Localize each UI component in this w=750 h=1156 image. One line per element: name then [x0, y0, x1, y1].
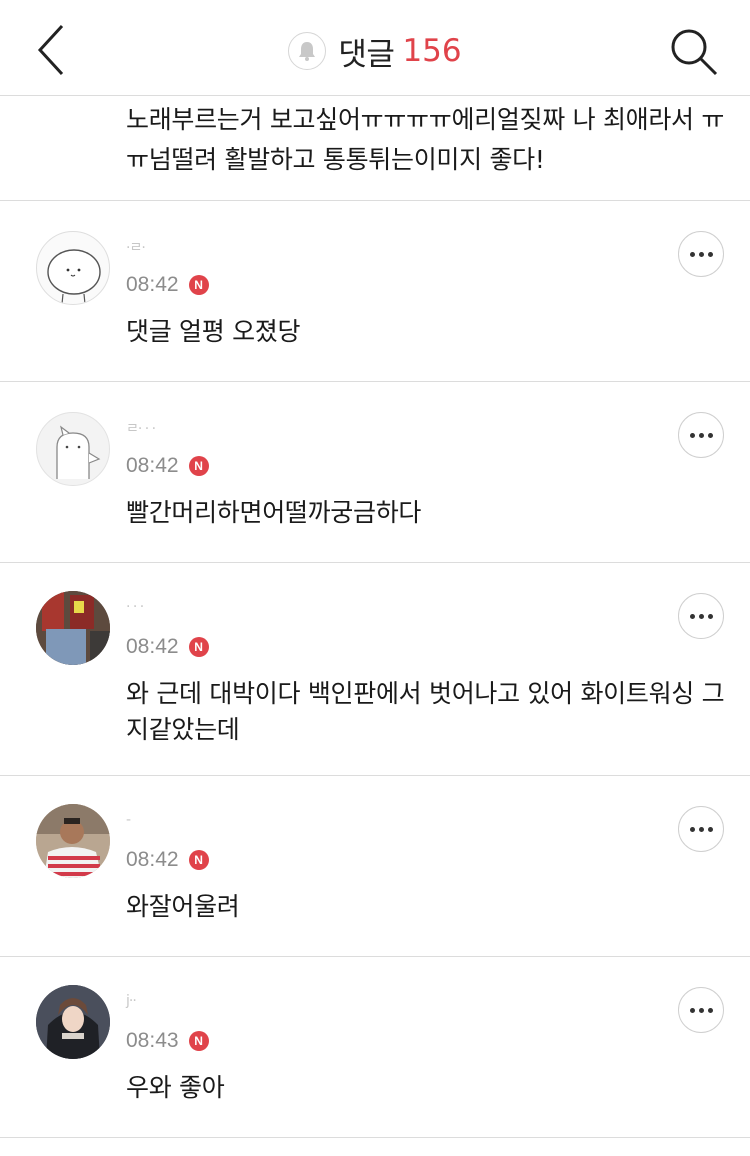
avatar[interactable]: [36, 985, 110, 1059]
avatar-photo-icon: [36, 804, 110, 878]
comment-time: 08:42: [126, 454, 179, 477]
search-button[interactable]: [668, 26, 720, 78]
more-dot-icon: [707, 432, 713, 438]
comment-item: ㄹ· · · 08:42 N 빨간머리하면어떨까궁금하다: [0, 382, 750, 563]
more-dot-icon: [698, 826, 704, 832]
more-dot-icon: [689, 251, 695, 257]
new-badge: N: [188, 275, 209, 295]
comment-text: 댓글 얼평 오졌당: [126, 317, 301, 346]
avatar[interactable]: [36, 231, 110, 305]
comment-time: 08:43: [126, 1029, 179, 1052]
comment-item: 노래부르는거 보고싶어ㅠㅠㅠㅠ에리얼짖짜 나 최애라서 ㅠㅠ넘떨려 활발하고 통…: [0, 96, 750, 201]
more-dot-icon: [707, 826, 713, 832]
more-options-button[interactable]: [678, 593, 724, 639]
new-badge: N: [188, 850, 209, 870]
more-dot-icon: [707, 1007, 713, 1013]
comment-meta: 08:43 N: [126, 1029, 209, 1053]
new-badge: N: [188, 1031, 209, 1051]
comment-text: 빨간머리하면어떨까궁금하다: [126, 498, 422, 527]
comment-text: 와잘어울려: [126, 892, 240, 921]
username[interactable]: · · ·: [126, 599, 144, 615]
more-dot-icon: [689, 1007, 695, 1013]
more-dot-icon: [707, 251, 713, 257]
search-icon: [671, 29, 718, 76]
more-dot-icon: [689, 826, 695, 832]
comment-text: 와 근데 대박이다 백인판에서 벗어나고 있어 화이트워싱 그지같았는데: [126, 679, 725, 744]
more-options-button[interactable]: [678, 231, 724, 277]
more-options-button[interactable]: [678, 412, 724, 458]
new-badge: N: [188, 456, 209, 476]
comment-item: · · · 08:42 N 와 근데 대박이다 백인판에서 벗어나고 있어 화이…: [0, 563, 750, 776]
username[interactable]: ·ㄹ·: [126, 237, 146, 257]
more-options-button[interactable]: [678, 806, 724, 852]
comment-meta: 08:42 N: [126, 273, 209, 297]
bell-icon: [299, 42, 316, 61]
username[interactable]: -: [126, 812, 131, 828]
comment-meta: 08:42 N: [126, 848, 209, 872]
more-dot-icon: [698, 432, 704, 438]
avatar[interactable]: [36, 412, 110, 486]
more-dot-icon: [689, 613, 695, 619]
avatar-photo-icon: [36, 591, 110, 665]
more-dot-icon: [689, 432, 695, 438]
comment-text: 노래부르는거 보고싶어ㅠㅠㅠㅠ에리얼짖짜 나 최애라서 ㅠㅠ넘떨려 활발하고 통…: [126, 105, 725, 174]
comment-time: 08:42: [126, 848, 179, 871]
comment-count: 156: [402, 33, 462, 69]
more-dot-icon: [698, 613, 704, 619]
comment-item: j·· 08:43 N 우와 좋아: [0, 957, 750, 1138]
header-bar: 댓글 156: [0, 0, 750, 96]
comment-item: - 08:42 N 와잘어울려: [0, 776, 750, 957]
comment-time: 08:42: [126, 273, 179, 296]
comment-meta: 08:42 N: [126, 635, 209, 659]
username[interactable]: j··: [126, 993, 137, 1009]
page-title-group: 댓글 156: [0, 28, 750, 74]
comment-item: ·ㄹ· 08:42 N 댓글 얼평 오졌당: [0, 201, 750, 382]
avatar-photo-icon: [36, 985, 110, 1059]
comment-meta: 08:42 N: [126, 454, 209, 478]
avatar[interactable]: [36, 804, 110, 878]
avatar-character-icon: [56, 425, 101, 479]
avatar-character-icon: [47, 249, 101, 304]
more-dot-icon: [698, 251, 704, 257]
comment-text: 우와 좋아: [126, 1073, 225, 1102]
page-title: 댓글: [338, 36, 395, 73]
notification-toggle[interactable]: [288, 32, 327, 70]
comment-time: 08:42: [126, 635, 179, 658]
username[interactable]: ㄹ· · ·: [126, 418, 156, 438]
more-options-button[interactable]: [678, 987, 724, 1033]
more-dot-icon: [707, 613, 713, 619]
more-dot-icon: [698, 1007, 704, 1013]
avatar[interactable]: [36, 591, 110, 665]
new-badge: N: [188, 637, 209, 657]
